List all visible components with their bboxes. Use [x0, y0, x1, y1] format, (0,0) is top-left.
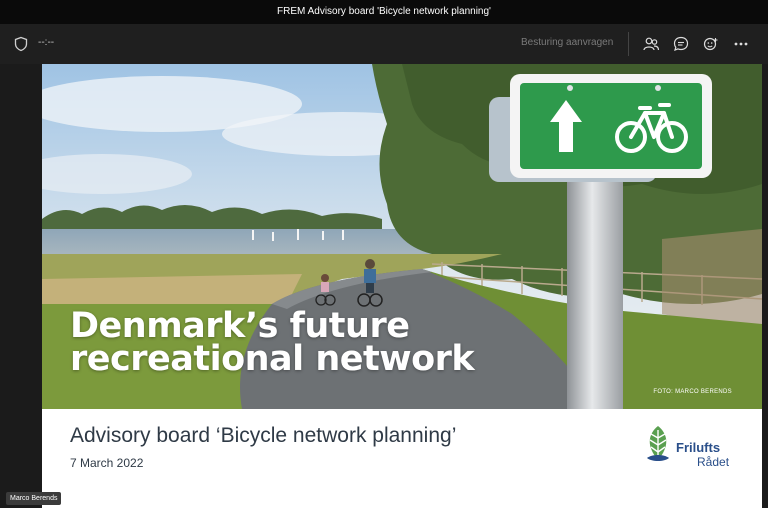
slide-subtitle: Advisory board ‘Bicycle network planning…	[70, 424, 457, 447]
logo-text-radet: Rådet	[697, 455, 730, 469]
more-icon[interactable]	[732, 35, 750, 53]
window-title: FREM Advisory board 'Bicycle network pla…	[0, 0, 768, 24]
meeting-toolbar: --:-- Besturing aanvragen	[0, 24, 768, 64]
presenter-name-tag: Marco Berends	[6, 492, 62, 505]
headline-line-2: recreational network	[70, 339, 475, 379]
logo-text-frilufts: Frilufts	[676, 440, 721, 455]
toolbar-divider	[628, 32, 629, 56]
shield-icon[interactable]	[13, 36, 29, 52]
chat-icon[interactable]	[672, 35, 690, 53]
leaf-logo-icon	[647, 426, 669, 461]
meeting-timer: --:--	[38, 37, 55, 48]
photo-credit: FOTO: MARCO BERENDS	[653, 389, 732, 395]
request-control-button[interactable]: Besturing aanvragen	[521, 37, 613, 48]
slide-date: 7 March 2022	[70, 456, 144, 470]
friluftsraadet-logo: Frilufts Rådet	[642, 422, 742, 469]
slide-headline: Denmark’s future recreational network	[70, 309, 475, 379]
shared-slide: Denmark’s future recreational network FO…	[42, 64, 762, 508]
people-icon[interactable]	[642, 35, 660, 53]
reactions-icon[interactable]	[702, 35, 720, 53]
